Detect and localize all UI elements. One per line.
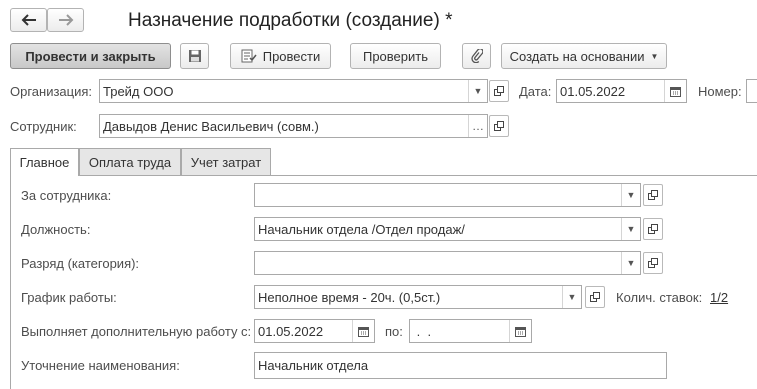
open-grade-button[interactable] bbox=[643, 252, 663, 274]
open-employee-button[interactable] bbox=[489, 115, 509, 137]
open-position-button[interactable] bbox=[643, 218, 663, 240]
arrow-left-icon bbox=[21, 14, 36, 26]
performs-from-field[interactable]: 01.05.2022 bbox=[254, 319, 375, 343]
calendar-icon[interactable] bbox=[664, 80, 686, 102]
rate-count-link[interactable]: 1/2 bbox=[710, 290, 728, 305]
calendar-icon[interactable] bbox=[509, 320, 531, 342]
for-employee-label: За сотрудника: bbox=[21, 188, 112, 203]
number-label: Номер: bbox=[698, 84, 742, 99]
grade-label: Разряд (категория): bbox=[21, 256, 140, 271]
arrow-right-icon bbox=[58, 14, 73, 26]
employee-value: Давыдов Денис Васильевич (совм.) bbox=[103, 118, 319, 134]
tab-cost-accounting[interactable]: Учет затрат bbox=[181, 148, 271, 175]
post-button-label: Провести bbox=[262, 48, 321, 64]
open-for-employee-button[interactable] bbox=[643, 184, 663, 206]
organization-field[interactable]: Трейд ООО ▼ bbox=[99, 79, 488, 103]
performs-from-label: Выполняет дополнительную работу с: bbox=[21, 324, 252, 339]
open-window-icon bbox=[590, 292, 600, 302]
clarification-value: Начальник отдела bbox=[258, 358, 369, 373]
performs-to-field[interactable]: . . bbox=[409, 319, 532, 343]
date-label: Дата: bbox=[519, 84, 552, 99]
paperclip-icon bbox=[470, 49, 483, 63]
attach-button[interactable] bbox=[462, 43, 491, 69]
employee-field[interactable]: Давыдов Денис Васильевич (совм.) … bbox=[99, 114, 488, 138]
number-field[interactable] bbox=[746, 79, 757, 103]
tab-payroll[interactable]: Оплата труда bbox=[79, 148, 181, 175]
clarification-field[interactable]: Начальник отдела bbox=[254, 352, 667, 379]
position-label: Должность: bbox=[21, 222, 91, 237]
dropdown-arrow-icon[interactable]: ▼ bbox=[562, 286, 581, 308]
forward-button[interactable] bbox=[47, 8, 84, 32]
post-document-icon bbox=[241, 49, 257, 63]
for-employee-field[interactable]: ▼ bbox=[254, 183, 641, 207]
chevron-down-icon: ▼ bbox=[650, 51, 659, 61]
tab-main[interactable]: Главное bbox=[10, 148, 79, 176]
open-window-icon bbox=[494, 86, 504, 96]
open-window-icon bbox=[648, 258, 658, 268]
open-organization-button[interactable] bbox=[489, 80, 509, 102]
performs-from-value: 01.05.2022 bbox=[258, 323, 324, 339]
ellipsis-icon[interactable]: … bbox=[468, 115, 487, 137]
schedule-value: Неполное время - 20ч. (0,5ст.) bbox=[258, 289, 441, 305]
calendar-icon[interactable] bbox=[352, 320, 374, 342]
date-field[interactable]: 01.05.2022 bbox=[556, 79, 687, 103]
date-value: 01.05.2022 bbox=[560, 83, 626, 99]
floppy-disk-icon bbox=[188, 50, 201, 62]
dropdown-arrow-icon[interactable]: ▼ bbox=[621, 252, 640, 274]
dropdown-arrow-icon[interactable]: ▼ bbox=[468, 80, 487, 102]
post-and-close-button[interactable]: Провести и закрыть bbox=[10, 43, 171, 69]
check-button[interactable]: Проверить bbox=[350, 43, 441, 69]
open-window-icon bbox=[648, 190, 658, 200]
back-button[interactable] bbox=[10, 8, 47, 32]
rate-count-label: Колич. ставок: bbox=[616, 290, 703, 305]
clarification-label: Уточнение наименования: bbox=[21, 358, 180, 373]
create-based-on-button[interactable]: Создать на основании ▼ bbox=[501, 43, 667, 69]
save-button[interactable] bbox=[180, 43, 209, 69]
organization-value: Трейд ООО bbox=[103, 83, 174, 99]
employee-label: Сотрудник: bbox=[10, 119, 77, 134]
open-window-icon bbox=[494, 121, 504, 131]
organization-label: Организация: bbox=[10, 84, 93, 99]
page-title: Назначение подработки (создание) * bbox=[128, 10, 453, 31]
schedule-label: График работы: bbox=[21, 290, 117, 305]
performs-to-value: . . bbox=[413, 323, 432, 339]
open-window-icon bbox=[648, 224, 658, 234]
position-value: Начальник отдела /Отдел продаж/ bbox=[258, 221, 465, 237]
open-schedule-button[interactable] bbox=[585, 286, 605, 308]
dropdown-arrow-icon[interactable]: ▼ bbox=[621, 218, 640, 240]
dropdown-arrow-icon[interactable]: ▼ bbox=[621, 184, 640, 206]
to-label: по: bbox=[385, 324, 403, 339]
create-based-on-label: Создать на основании bbox=[509, 48, 645, 64]
schedule-field[interactable]: Неполное время - 20ч. (0,5ст.) ▼ bbox=[254, 285, 582, 309]
grade-field[interactable]: ▼ bbox=[254, 251, 641, 275]
position-field[interactable]: Начальник отдела /Отдел продаж/ ▼ bbox=[254, 217, 641, 241]
post-button[interactable]: Провести bbox=[230, 43, 331, 69]
